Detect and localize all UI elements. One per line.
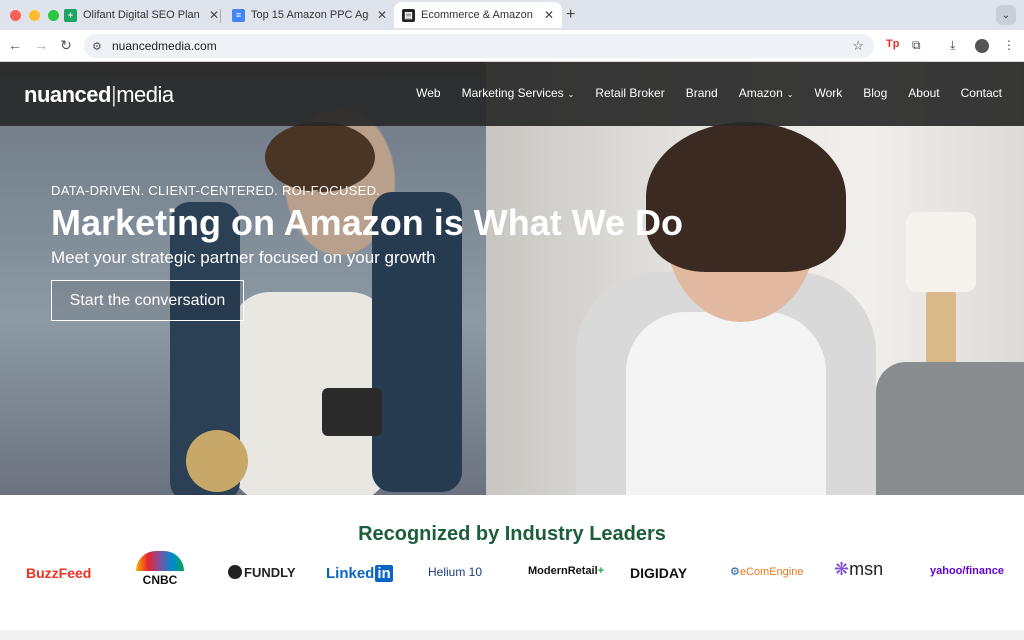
nav-web[interactable]: Web bbox=[416, 86, 440, 100]
modernretail-text: ModernRetail bbox=[528, 565, 598, 577]
sofa-shape bbox=[876, 362, 1024, 495]
close-window-button[interactable] bbox=[10, 10, 21, 21]
hair-shape bbox=[265, 122, 375, 192]
browser-tab-bar: + Olifant Digital SEO Plan & Pro ✕ ≡ Top… bbox=[0, 0, 1024, 30]
nav-label: Amazon bbox=[738, 86, 783, 100]
chevron-down-icon: ⌄ bbox=[567, 90, 575, 99]
recognized-section: Recognized by Industry Leaders BuzzFeed … bbox=[0, 495, 1024, 640]
sheets-icon: + bbox=[64, 8, 77, 22]
hero-section: nuanced|media Web Marketing Services ⌄ Re… bbox=[0, 62, 1024, 495]
window-controls bbox=[10, 10, 59, 21]
nav-label: Brand bbox=[685, 86, 718, 100]
top-shape bbox=[626, 312, 826, 495]
linkedin-logo: Linked in bbox=[326, 565, 393, 582]
nav-marketing-services[interactable]: Marketing Services ⌄ bbox=[462, 86, 575, 100]
ecomengine-text: eComEngine bbox=[739, 566, 804, 578]
menu-kebab-icon[interactable]: ⋮ bbox=[1003, 38, 1015, 52]
profile-avatar[interactable] bbox=[975, 39, 989, 53]
forward-icon[interactable]: → bbox=[32, 37, 50, 53]
press-logos: BuzzFeed CNBC FUNDLY Linked in Helium 10 … bbox=[0, 551, 1024, 597]
lamp-shade-shape bbox=[906, 212, 976, 292]
hero-headline: Marketing on Amazon is What We Do bbox=[51, 202, 684, 243]
bookmark-star-icon[interactable]: ☆ bbox=[852, 38, 864, 54]
tab-title: Top 15 Amazon PPC Agencies bbox=[251, 9, 369, 21]
tp-extension-icon[interactable]: Tp bbox=[886, 38, 899, 50]
nav-label: Blog bbox=[863, 86, 888, 100]
nav-label: Contact bbox=[960, 86, 1002, 100]
fundly-mark-icon bbox=[228, 565, 242, 579]
page-bottom-strip bbox=[0, 630, 1024, 640]
hero-subheadline: Meet your strategic partner focused on y… bbox=[51, 248, 436, 267]
buzzfeed-logo: BuzzFeed bbox=[26, 565, 92, 581]
browser-toolbar: ← → ↻ ⚙ nuancedmedia.com ☆ Tp ⧉ ⤓ ⋮ bbox=[0, 30, 1024, 62]
yahoo-finance-logo: yahoo/finance bbox=[930, 565, 1004, 577]
tab-search-icon[interactable]: ⌄ bbox=[996, 5, 1016, 25]
nav-label: Marketing Services bbox=[461, 86, 564, 100]
main-nav: Web Marketing Services ⌄ Retail Broker Br… bbox=[395, 86, 1002, 100]
url-text: nuancedmedia.com bbox=[112, 39, 217, 53]
msn-butterfly-icon: ❋ bbox=[834, 559, 850, 579]
logo-text-left: nuanced bbox=[24, 82, 111, 107]
tab-nuanced-media[interactable]: ▤ Ecommerce & Amazon Marke ✕ bbox=[394, 2, 562, 28]
extensions-puzzle-icon[interactable]: ⧉ bbox=[912, 38, 921, 53]
back-icon[interactable]: ← bbox=[6, 37, 24, 53]
phone-shape bbox=[322, 388, 382, 436]
ecomengine-gear-icon: ⚙ bbox=[730, 566, 740, 578]
new-tab-icon[interactable]: + bbox=[566, 6, 575, 24]
helium10-logo: Helium 10 bbox=[428, 565, 483, 579]
fundly-text: FUNDLY bbox=[244, 565, 296, 580]
tab-olifant[interactable]: + Olifant Digital SEO Plan & Pro ✕ bbox=[56, 2, 227, 28]
nav-retail-broker[interactable]: Retail Broker bbox=[595, 86, 664, 100]
nav-about[interactable]: About bbox=[908, 86, 939, 100]
nav-work[interactable]: Work bbox=[814, 86, 842, 100]
cnbc-text: CNBC bbox=[142, 573, 178, 587]
hero-image-woman bbox=[486, 62, 1024, 495]
fundly-logo: FUNDLY bbox=[228, 565, 296, 580]
reload-icon[interactable]: ↻ bbox=[57, 37, 75, 54]
modernretail-plus: + bbox=[597, 565, 605, 577]
cnbc-logo: CNBC bbox=[136, 551, 184, 589]
chevron-down-icon: ⌄ bbox=[786, 90, 794, 99]
digiday-logo: DIGIDAY bbox=[630, 565, 688, 581]
modernretail-logo: ModernRetail+ bbox=[528, 565, 604, 577]
nav-brand[interactable]: Brand bbox=[686, 86, 718, 100]
nav-label: Work bbox=[814, 86, 843, 100]
tab-title: Ecommerce & Amazon Marke bbox=[421, 9, 536, 21]
site-icon: ▤ bbox=[402, 8, 415, 22]
start-conversation-button[interactable]: Start the conversation bbox=[51, 280, 244, 321]
msn-text: msn bbox=[849, 559, 884, 579]
close-tab-icon[interactable]: ✕ bbox=[209, 8, 219, 22]
msn-logo: ❋msn bbox=[834, 559, 883, 580]
ecomengine-logo: ⚙eComEngine bbox=[730, 565, 803, 578]
site-info-icon[interactable]: ⚙ bbox=[92, 40, 106, 53]
logo-text-right: media bbox=[116, 82, 174, 107]
minimize-window-button[interactable] bbox=[29, 10, 40, 21]
jar-shape bbox=[186, 430, 248, 492]
nav-label: About bbox=[908, 86, 940, 100]
linkedin-in-badge: in bbox=[375, 565, 393, 582]
nav-label: Web bbox=[416, 86, 441, 100]
hero-image-man-with-phone bbox=[0, 62, 486, 495]
tab-separator bbox=[220, 9, 221, 23]
docs-icon: ≡ bbox=[232, 8, 245, 22]
address-bar[interactable]: ⚙ nuancedmedia.com ☆ bbox=[84, 34, 874, 58]
hero-eyebrow: DATA-DRIVEN. CLIENT-CENTERED. ROI-FOCUSE… bbox=[51, 183, 381, 198]
tab-top15[interactable]: ≡ Top 15 Amazon PPC Agencies ✕ bbox=[224, 2, 395, 28]
close-tab-icon[interactable]: ✕ bbox=[377, 8, 387, 22]
nav-contact[interactable]: Contact bbox=[961, 86, 1002, 100]
peacock-icon bbox=[136, 551, 184, 571]
hero-copy: DATA-DRIVEN. CLIENT-CENTERED. ROI-FOCUSE… bbox=[51, 183, 683, 268]
linkedin-text: Linked bbox=[326, 565, 375, 582]
nav-amazon[interactable]: Amazon ⌄ bbox=[739, 86, 794, 100]
download-icon[interactable]: ⤓ bbox=[950, 38, 955, 53]
close-tab-icon[interactable]: ✕ bbox=[544, 8, 554, 22]
web-page: nuanced|media Web Marketing Services ⌄ Re… bbox=[0, 62, 1024, 640]
tab-title: Olifant Digital SEO Plan & Pro bbox=[83, 9, 201, 21]
nav-blog[interactable]: Blog bbox=[863, 86, 887, 100]
nav-label: Retail Broker bbox=[595, 86, 665, 100]
site-logo[interactable]: nuanced|media bbox=[24, 82, 174, 108]
recognized-title: Recognized by Industry Leaders bbox=[358, 523, 666, 545]
site-header: nuanced|media Web Marketing Services ⌄ Re… bbox=[0, 62, 1024, 126]
